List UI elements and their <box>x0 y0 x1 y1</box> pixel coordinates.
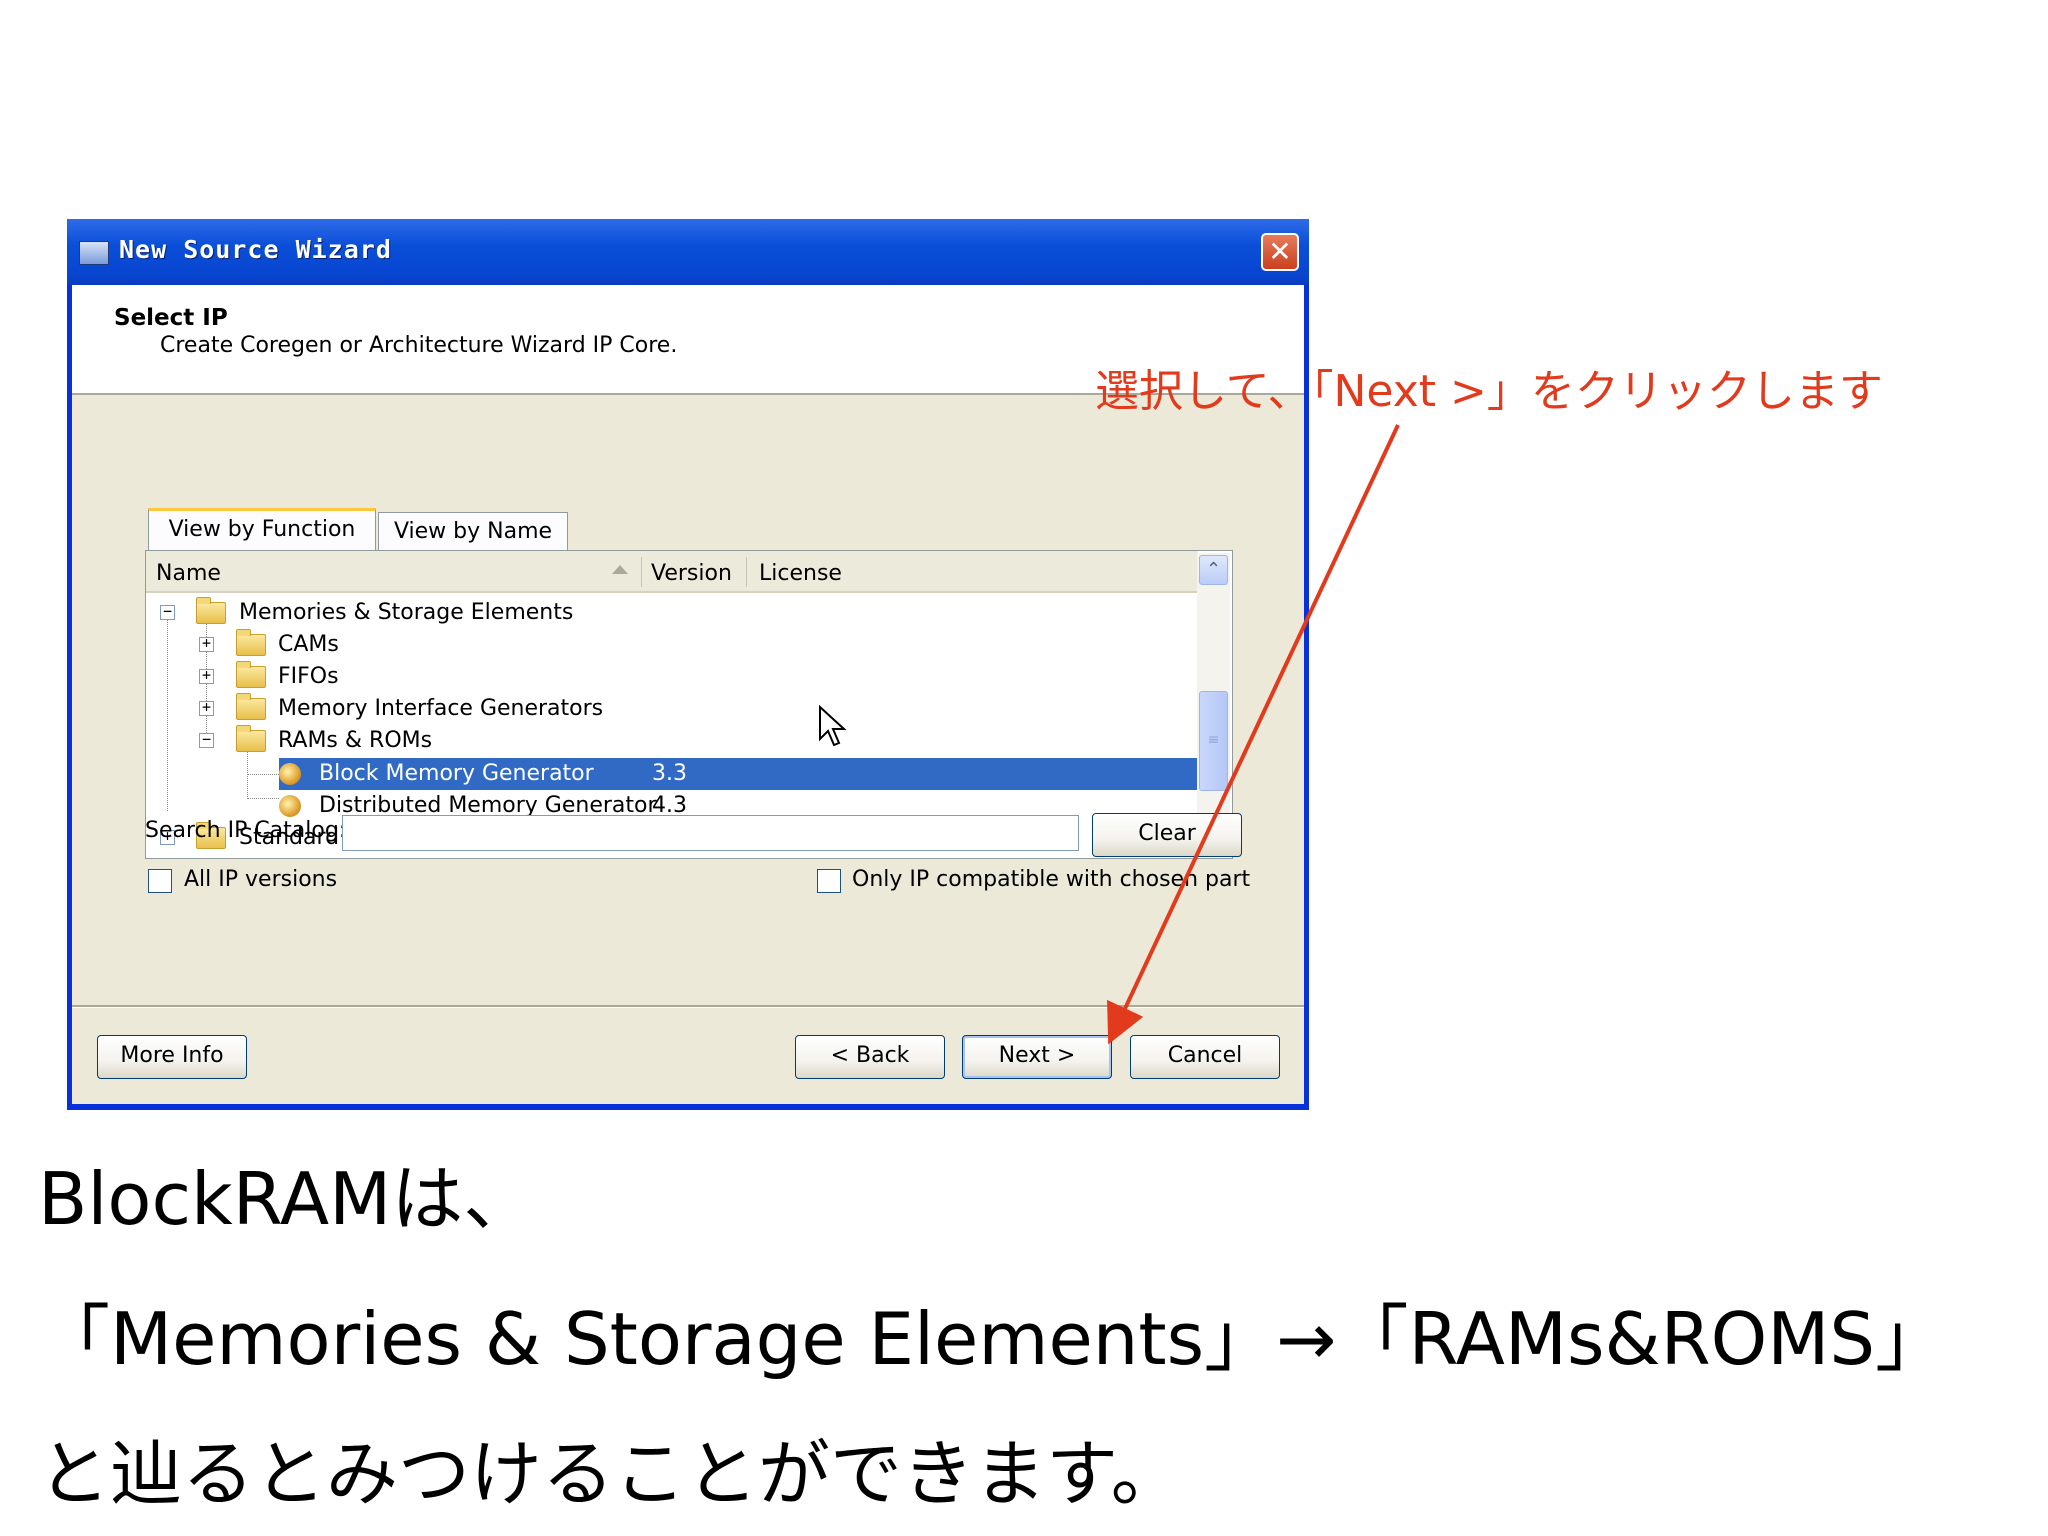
window-title: New Source Wizard <box>119 235 392 264</box>
list-header: Name Version License <box>146 551 1198 593</box>
expand-icon[interactable]: + <box>199 700 214 716</box>
sort-up-icon <box>612 565 628 574</box>
page-subtitle: Create Coregen or Architecture Wizard IP… <box>160 333 678 358</box>
collapse-icon[interactable]: − <box>160 604 175 620</box>
tree-row-block-memory-generator[interactable]: Block Memory Generator 3.3 <box>146 758 1217 790</box>
caption-line-3: と辿るとみつけることができます。 <box>38 1432 1183 1516</box>
folder-icon <box>236 693 266 720</box>
tree-row-cams[interactable]: + CAMs <box>146 629 1196 661</box>
vertical-scrollbar[interactable]: ⌃ ≡ ⌄ <box>1197 553 1230 855</box>
tree-item-label: FIFOs <box>278 664 339 689</box>
expand-icon[interactable]: + <box>199 668 214 684</box>
title-bar[interactable]: New Source Wizard ✕ <box>67 219 1309 285</box>
caption-line-2: 「Memories & Storage Elements」→「RAMs&ROMS… <box>38 1297 1948 1381</box>
all-ip-versions-checkbox[interactable] <box>148 869 172 893</box>
new-source-wizard-window: New Source Wizard ✕ Select IP Create Cor… <box>67 219 1309 1110</box>
button-area-divider <box>72 1005 1304 1008</box>
only-compatible-checkbox[interactable] <box>817 869 841 893</box>
scroll-thumb[interactable]: ≡ <box>1199 691 1228 791</box>
tree-item-label: CAMs <box>278 632 339 657</box>
close-icon[interactable]: ✕ <box>1261 233 1299 271</box>
tab-view-by-name[interactable]: View by Name <box>378 512 568 550</box>
scroll-up-icon[interactable]: ⌃ <box>1199 555 1228 585</box>
ip-catalog-panel: Name Version License − Memories & Storag… <box>145 550 1233 859</box>
app-icon <box>79 241 109 265</box>
tree-row-rams-roms[interactable]: − RAMs & ROMs <box>146 725 1196 757</box>
tree-row-memory-interface[interactable]: + Memory Interface Generators <box>146 693 1196 725</box>
page-title: Select IP <box>114 305 228 331</box>
tree-item-label: Block Memory Generator <box>319 761 594 786</box>
folder-icon <box>236 629 266 656</box>
tree-item-label: Memories & Storage Elements <box>239 600 574 625</box>
search-input[interactable] <box>342 815 1079 851</box>
version-cell: 3.3 <box>652 761 687 786</box>
all-ip-versions-label: All IP versions <box>184 867 338 892</box>
folder-open-icon <box>196 597 226 624</box>
more-info-button[interactable]: More Info <box>97 1035 247 1079</box>
next-button[interactable]: Next > <box>962 1035 1112 1079</box>
only-compatible-label: Only IP compatible with chosen part <box>852 867 1251 892</box>
tree-row-memories[interactable]: − Memories & Storage Elements <box>146 597 1196 629</box>
cancel-button[interactable]: Cancel <box>1130 1035 1280 1079</box>
ip-core-icon <box>279 763 301 785</box>
tree-item-label: RAMs & ROMs <box>278 728 433 753</box>
tree-item-label: Memory Interface Generators <box>278 696 604 721</box>
column-license[interactable]: License <box>759 561 842 586</box>
expand-icon[interactable]: + <box>199 636 214 652</box>
annotation-text: 選択して、「Next >」をクリックします <box>1095 366 1883 417</box>
column-version[interactable]: Version <box>651 561 732 586</box>
clear-button[interactable]: Clear <box>1092 813 1242 857</box>
folder-open-icon <box>236 725 266 752</box>
search-label: Search IP Catalog: <box>145 818 347 843</box>
caption-line-1: BlockRAMは、 <box>38 1157 536 1241</box>
back-button[interactable]: < Back <box>795 1035 945 1079</box>
tree-row-fifos[interactable]: + FIFOs <box>146 661 1196 693</box>
column-divider <box>641 557 642 587</box>
mouse-cursor-icon <box>819 705 847 747</box>
folder-icon <box>236 661 266 688</box>
ip-core-icon <box>279 795 301 817</box>
collapse-icon[interactable]: − <box>199 732 214 748</box>
tab-view-by-function[interactable]: View by Function <box>148 508 376 550</box>
column-name[interactable]: Name <box>156 561 221 586</box>
column-divider <box>746 557 747 587</box>
